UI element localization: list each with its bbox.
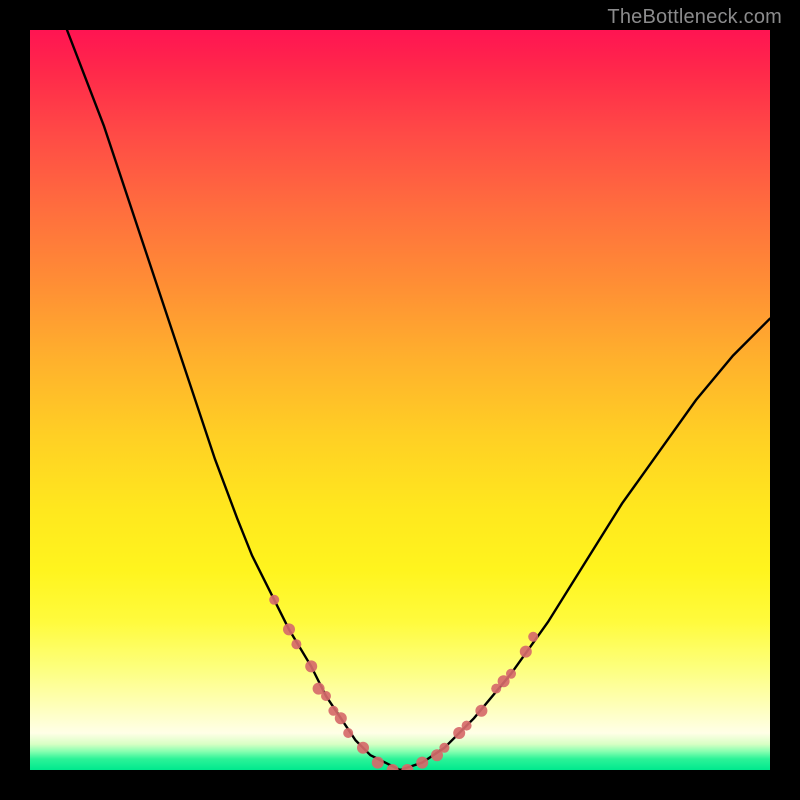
- scatter-point: [305, 660, 317, 672]
- scatter-point: [416, 757, 428, 769]
- scatter-point: [283, 623, 295, 635]
- chart-svg: [30, 30, 770, 770]
- scatter-point: [475, 705, 487, 717]
- scatter-point: [520, 646, 532, 658]
- scatter-point: [335, 712, 347, 724]
- scatter-point: [291, 639, 301, 649]
- scatter-point: [321, 691, 331, 701]
- scatter-point: [343, 728, 353, 738]
- scatter-point: [357, 742, 369, 754]
- plot-area: [30, 30, 770, 770]
- watermark-text: TheBottleneck.com: [607, 6, 782, 29]
- scatter-point: [506, 669, 516, 679]
- scatter-point: [439, 743, 449, 753]
- scatter-point: [528, 632, 538, 642]
- scatter-point: [462, 721, 472, 731]
- bottleneck-curve: [67, 30, 770, 770]
- scatter-point: [372, 757, 384, 769]
- scatter-points: [269, 595, 538, 770]
- chart-container: TheBottleneck.com: [0, 0, 800, 800]
- scatter-point: [269, 595, 279, 605]
